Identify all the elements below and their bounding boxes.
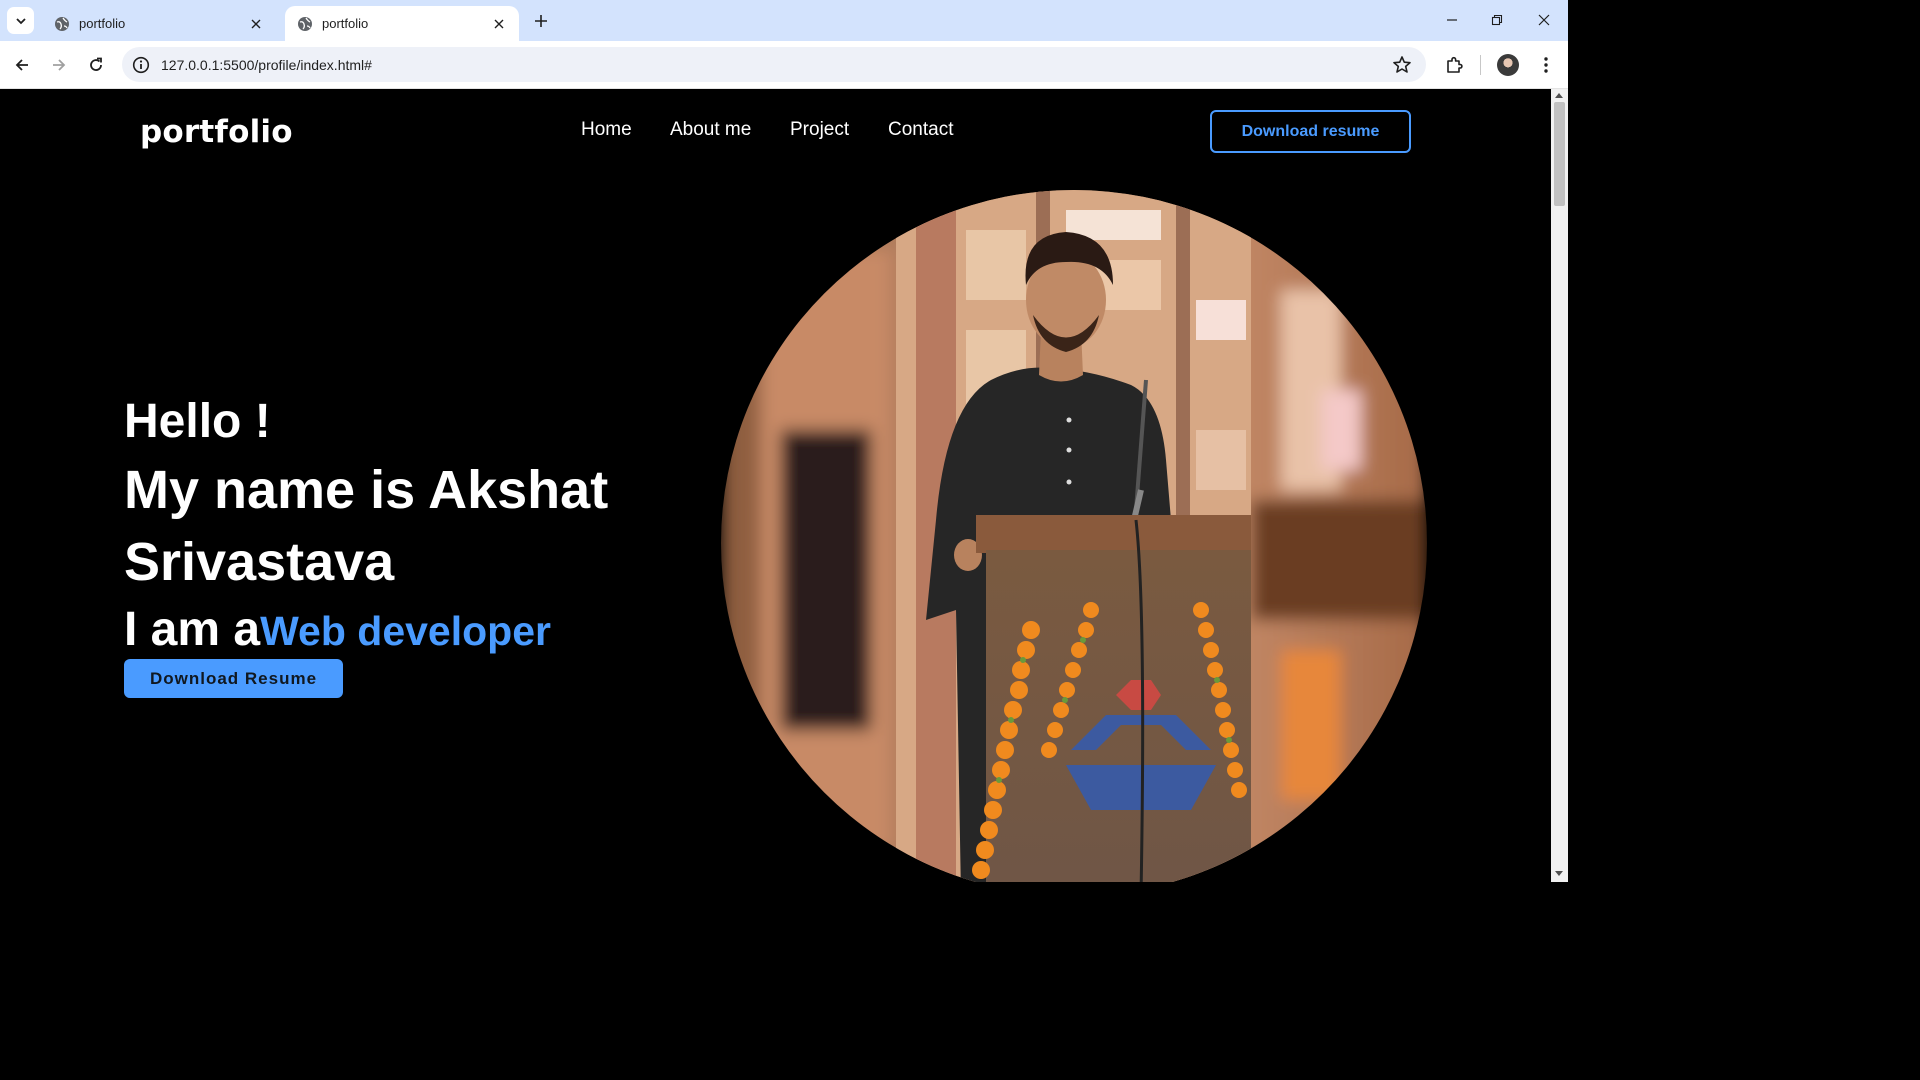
nav-about-me[interactable]: About me bbox=[670, 119, 751, 141]
browser-tabstrip: portfolio portfolio bbox=[0, 0, 1568, 41]
back-button[interactable] bbox=[10, 53, 34, 77]
extensions-button[interactable] bbox=[1441, 52, 1467, 78]
arrow-right-icon bbox=[53, 59, 66, 71]
close-window-button[interactable] bbox=[1531, 8, 1557, 32]
minimize-button[interactable] bbox=[1439, 8, 1465, 32]
reload-icon bbox=[90, 57, 102, 71]
tab-search-button[interactable] bbox=[7, 7, 34, 34]
page-viewport: portfolio Home About me Project Contact … bbox=[0, 89, 1551, 882]
reload-button[interactable] bbox=[84, 53, 108, 77]
page-scrollbar[interactable] bbox=[1551, 89, 1568, 882]
tab-title: portfolio bbox=[322, 16, 369, 31]
hero-greeting: Hello ! bbox=[124, 395, 271, 448]
close-icon bbox=[1538, 14, 1550, 26]
new-tab-button[interactable] bbox=[530, 10, 552, 32]
scroll-down-arrow-icon[interactable] bbox=[1555, 871, 1563, 876]
url-text[interactable]: 127.0.0.1:5500/profile/index.html# bbox=[161, 57, 1392, 73]
hero-name-line-2: Srivastava bbox=[124, 532, 395, 592]
browser-toolbar: 127.0.0.1:5500/profile/index.html# bbox=[0, 41, 1568, 89]
scroll-up-arrow-icon[interactable] bbox=[1555, 93, 1563, 98]
restore-button[interactable] bbox=[1484, 8, 1510, 32]
forward-button[interactable] bbox=[47, 53, 71, 77]
nav-home[interactable]: Home bbox=[581, 119, 632, 141]
profile-photo bbox=[721, 190, 1427, 882]
minimize-icon bbox=[1447, 19, 1457, 21]
globe-icon bbox=[298, 16, 312, 31]
toolbar-divider bbox=[1480, 55, 1481, 75]
kebab-menu-icon bbox=[1544, 57, 1548, 73]
scrollbar-thumb[interactable] bbox=[1554, 102, 1565, 206]
bookmark-star-icon[interactable] bbox=[1392, 55, 1412, 75]
close-tab-icon[interactable] bbox=[248, 16, 264, 32]
browser-tab-1[interactable]: portfolio bbox=[42, 6, 276, 41]
plus-icon bbox=[535, 15, 547, 27]
hero-name-line-1: My name is Akshat bbox=[124, 460, 609, 520]
hero-role: Web developer bbox=[260, 608, 551, 654]
globe-icon bbox=[55, 16, 69, 31]
close-tab-icon[interactable] bbox=[491, 16, 507, 32]
address-bar[interactable]: 127.0.0.1:5500/profile/index.html# bbox=[122, 47, 1426, 82]
hero-role-line: I am aWeb developer bbox=[124, 602, 551, 657]
restore-icon bbox=[1491, 14, 1503, 26]
download-resume-button[interactable]: Download Resume bbox=[124, 659, 343, 698]
browser-tab-2[interactable]: portfolio bbox=[285, 6, 519, 41]
download-resume-nav-button[interactable]: Download resume bbox=[1210, 110, 1411, 153]
browser-menu-button[interactable] bbox=[1533, 52, 1559, 78]
chevron-down-icon bbox=[15, 17, 26, 24]
profile-avatar[interactable] bbox=[1497, 54, 1519, 76]
site-logo[interactable]: portfolio bbox=[140, 114, 293, 150]
arrow-left-icon bbox=[15, 59, 28, 71]
puzzle-icon bbox=[1447, 56, 1463, 73]
hero-role-prefix: I am a bbox=[124, 603, 261, 656]
nav-project[interactable]: Project bbox=[790, 119, 849, 141]
nav-contact[interactable]: Contact bbox=[888, 119, 953, 141]
info-icon[interactable] bbox=[132, 56, 150, 74]
tab-title: portfolio bbox=[79, 16, 126, 31]
